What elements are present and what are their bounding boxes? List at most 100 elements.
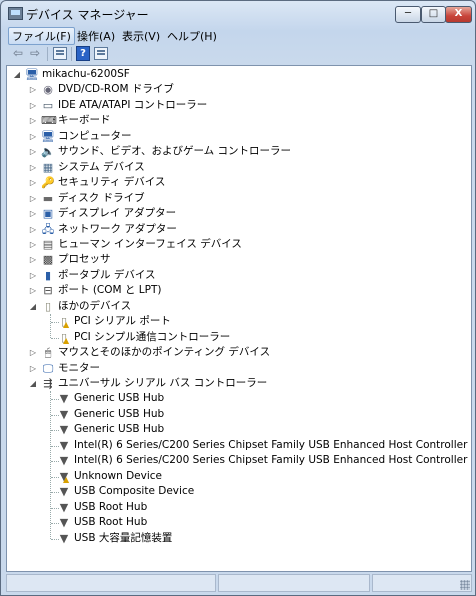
usb-plug-icon: ▼ xyxy=(59,485,69,499)
usb-plug-icon: ▼ xyxy=(59,516,69,530)
tree-category[interactable]: ◢ ⇶ ユニバーサル シリアル バス コントローラー xyxy=(29,376,467,391)
tree-device[interactable]: ▼ USB Root Hub xyxy=(45,515,467,530)
tree-category[interactable]: ▷ 🔑 セキュリティ デバイス xyxy=(29,175,467,190)
expand-arrow-icon[interactable]: ▷ xyxy=(29,82,37,97)
tree-category[interactable]: ▷ ▤ ヒューマン インターフェイス デバイス xyxy=(29,237,467,252)
status-segment xyxy=(372,574,472,592)
device-manager-window: デバイス マネージャー ─ □ X ファイル(F) 操作(A) 表示(V) ヘル… xyxy=(0,0,476,596)
tree-device-label: Generic USB Hub xyxy=(74,407,165,420)
expand-arrow-icon[interactable]: ▷ xyxy=(29,237,37,252)
tree-device[interactable]: ▯ ▲ PCI シンプル通信コントローラー xyxy=(45,330,467,345)
expand-arrow-icon[interactable]: ▷ xyxy=(29,113,37,128)
tree-category[interactable]: ▷ ▩ プロセッサ xyxy=(29,252,467,267)
tree-category[interactable]: ▷ ⊟ ポート (COM と LPT) xyxy=(29,283,467,298)
properties-icon[interactable] xyxy=(94,47,108,60)
tree-category-label: ネットワーク アダプター xyxy=(58,222,177,235)
tree-connector xyxy=(50,391,51,539)
tree-device[interactable]: ▼ Generic USB Hub xyxy=(45,391,467,406)
tree-device-label: USB Root Hub xyxy=(74,516,148,529)
usb-plug-icon: ▼ xyxy=(59,500,69,514)
tree-root-node[interactable]: ◢ 🖥 mikachu-6200SF xyxy=(13,67,467,82)
usb-plug-icon: ▼ xyxy=(59,407,69,421)
expand-arrow-icon[interactable]: ▷ xyxy=(29,345,37,360)
speaker-icon: 🔈 xyxy=(41,145,55,159)
expand-arrow-icon[interactable]: ▷ xyxy=(29,129,37,144)
tree-category[interactable]: ▷ 🖱 マウスとそのほかのポインティング デバイス xyxy=(29,345,467,360)
tree-device[interactable]: ▼ ▲ Unknown Device xyxy=(45,469,467,484)
tree-category-label: ユニバーサル シリアル バス コントローラー xyxy=(58,377,268,389)
expand-arrow-icon[interactable]: ▷ xyxy=(29,361,37,376)
computer-icon: 🖥 xyxy=(41,129,55,143)
status-segment xyxy=(6,574,216,592)
network-adapter-icon: 🖧 xyxy=(41,222,55,236)
tree-category[interactable]: ◢ ▯ ほかのデバイス xyxy=(29,299,467,314)
tree-root-node-label: mikachu-6200SF xyxy=(42,68,130,80)
tree-category[interactable]: ▷ ▮ ポータブル デバイス xyxy=(29,268,467,283)
expand-arrow-icon[interactable]: ▷ xyxy=(29,144,37,159)
menu-view[interactable]: 表示(V) xyxy=(118,27,164,45)
tree-device[interactable]: ▼ USB Root Hub xyxy=(45,500,467,515)
help-icon[interactable]: ? xyxy=(76,46,90,61)
tree-category[interactable]: ▷ ▭ IDE ATA/ATAPI コントローラー xyxy=(29,98,467,113)
collapse-arrow-icon[interactable]: ◢ xyxy=(29,376,37,391)
tree-device[interactable]: ▼ Generic USB Hub xyxy=(45,407,467,422)
tree-category-label: プロセッサ xyxy=(58,253,111,266)
window-title: デバイス マネージャー xyxy=(26,8,149,22)
tree-device-label: PCI シンプル通信コントローラー xyxy=(74,330,231,343)
usb-plug-icon: ▼ xyxy=(59,454,69,468)
tree-device-label: Generic USB Hub xyxy=(74,423,165,436)
menu-help[interactable]: ヘルプ(H) xyxy=(163,27,221,45)
expand-arrow-icon[interactable]: ▷ xyxy=(29,206,37,221)
tree-device-label: PCI シリアル ポート xyxy=(74,315,171,328)
forward-arrow-icon[interactable]: ⇨ xyxy=(27,46,43,60)
tree-category-label: キーボード xyxy=(58,114,111,127)
tree-device[interactable]: ▼ USB 大容量記憶装置 xyxy=(45,531,467,546)
usb-plug-icon: ▼ xyxy=(59,438,69,452)
tree-category-label: IDE ATA/ATAPI コントローラー xyxy=(58,98,208,111)
usb-icon: ⇶ xyxy=(43,377,53,390)
tree-category[interactable]: ▷ 🖵 モニター xyxy=(29,361,467,376)
tree-category[interactable]: ▷ 🔈 サウンド、ビデオ、およびゲーム コントローラー xyxy=(29,144,467,159)
tree-category-label: ポート (COM と LPT) xyxy=(58,284,162,297)
tree-category[interactable]: ▷ 🖧 ネットワーク アダプター xyxy=(29,222,467,237)
expand-arrow-icon[interactable]: ▷ xyxy=(29,252,37,267)
expand-arrow-icon[interactable]: ▷ xyxy=(29,283,37,298)
tree-category[interactable]: ▷ ◉ DVD/CD-ROM ドライブ xyxy=(29,82,467,97)
tree-device-label: Unknown Device xyxy=(74,469,162,482)
tree-device[interactable]: ▼ Generic USB Hub xyxy=(45,422,467,437)
minimize-button[interactable]: ─ xyxy=(395,6,421,23)
maximize-button[interactable]: □ xyxy=(421,6,446,23)
tree-device[interactable]: ▯ ▲ PCI シリアル ポート xyxy=(45,314,467,329)
resize-grip[interactable] xyxy=(460,580,470,590)
close-button[interactable]: X xyxy=(445,6,472,23)
tree-device-label: USB Composite Device xyxy=(74,485,195,498)
menu-action[interactable]: 操作(A) xyxy=(73,27,119,45)
tree-category-label: システム デバイス xyxy=(58,160,145,173)
back-arrow-icon[interactable]: ⇦ xyxy=(10,46,26,60)
tree-category[interactable]: ▷ ⌨ キーボード xyxy=(29,113,467,128)
expand-arrow-icon[interactable]: ▷ xyxy=(29,98,37,113)
tree-category[interactable]: ▷ ▦ システム デバイス xyxy=(29,160,467,175)
expand-arrow-icon[interactable]: ▷ xyxy=(29,268,37,283)
tree-category[interactable]: ▷ ▣ ディスプレイ アダプター xyxy=(29,206,467,221)
expand-arrow-icon[interactable]: ▷ xyxy=(29,160,37,175)
tree-device[interactable]: ▼ Intel(R) 6 Series/C200 Series Chipset F… xyxy=(45,453,471,468)
tree-device[interactable]: ▼ USB Composite Device xyxy=(45,484,467,499)
tree-category[interactable]: ▷ ▬ ディスク ドライブ xyxy=(29,191,467,206)
unknown-device-warning-icon: ▯ ▲ xyxy=(60,330,70,345)
tree-device[interactable]: ▼ Intel(R) 6 Series/C200 Series Chipset F… xyxy=(45,438,471,453)
title-bar[interactable]: デバイス マネージャー ─ □ X xyxy=(1,1,475,25)
status-segment xyxy=(218,574,370,592)
expand-arrow-icon[interactable]: ▷ xyxy=(29,175,37,190)
expand-arrow-icon[interactable]: ▷ xyxy=(29,222,37,237)
toolbar-separator xyxy=(47,47,48,61)
device-tree[interactable]: ◢ 🖥 mikachu-6200SF ▷ ◉ DVD/CD-ROM ドライブ ▷ ▭ IDE A… xyxy=(6,65,472,572)
mouse-icon: 🖱 xyxy=(44,346,52,360)
collapse-arrow-icon[interactable]: ◢ xyxy=(13,67,21,82)
tree-category-label: コンピューター xyxy=(58,129,132,142)
tree-category[interactable]: ▷ 🖥 コンピューター xyxy=(29,129,467,144)
expand-arrow-icon[interactable]: ▷ xyxy=(29,191,37,206)
console-tree-icon[interactable] xyxy=(53,47,67,60)
menu-file[interactable]: ファイル(F) xyxy=(8,27,75,45)
collapse-arrow-icon[interactable]: ◢ xyxy=(29,299,37,314)
